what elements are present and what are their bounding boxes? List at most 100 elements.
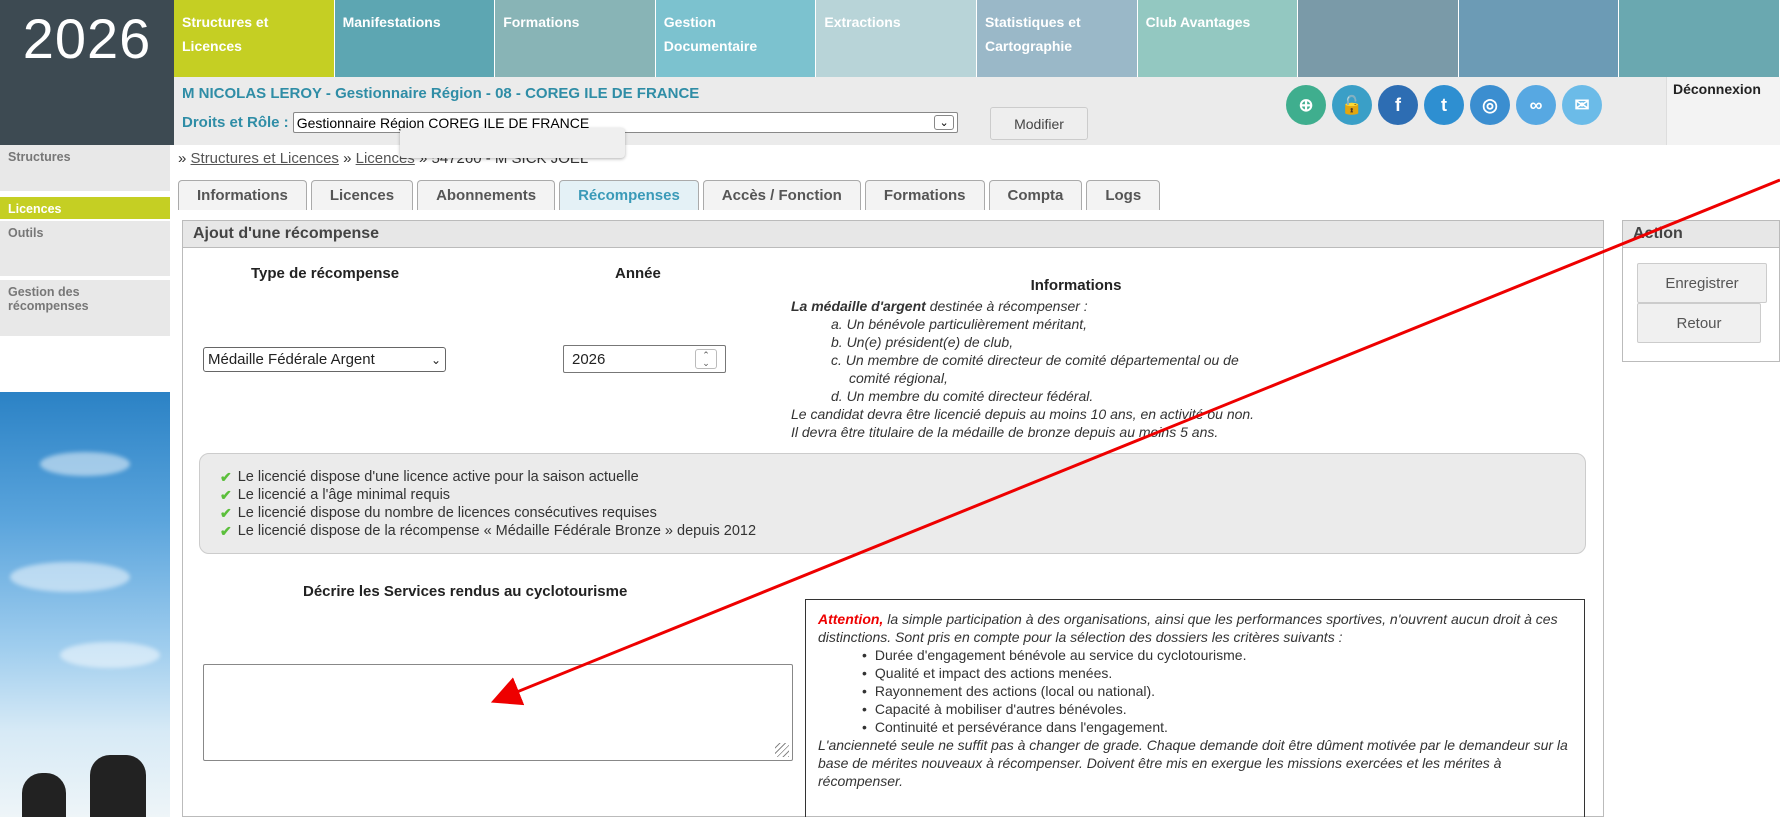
instagram-icon[interactable]: ◎ (1470, 85, 1510, 125)
attention-box: Attention, la simple participation à des… (805, 599, 1585, 817)
user-line: M NICOLAS LEROY - Gestionnaire Région - … (182, 85, 699, 102)
eligibility-checks: ✔ Le licencié dispose d'une licence activ… (199, 453, 1586, 554)
check-icon: ✔ (220, 523, 232, 539)
app-logo[interactable]: 2026 (0, 0, 174, 77)
tab-3[interactable]: Récompenses (559, 180, 699, 210)
lock-icon[interactable]: 🔓 (1332, 85, 1372, 125)
info-item: d. Un membre du comité directeur fédéral… (831, 388, 1094, 404)
check-row: ✔ Le licencié dispose de la récompense « … (220, 522, 1565, 540)
action-title: Action (1623, 221, 1779, 248)
tab-4[interactable]: Accès / Fonction (702, 180, 861, 210)
attention-item: Continuité et persévérance dans l'engage… (862, 718, 1572, 736)
logout-button[interactable]: Déconnexion (1666, 77, 1780, 145)
info-item: b. Un(e) président(e) de club, (831, 334, 1014, 350)
topnav-item[interactable] (1298, 0, 1459, 77)
cloud (40, 452, 130, 476)
check-icon: ✔ (220, 505, 232, 521)
check-text: Le licencié dispose d'une licence active… (237, 469, 639, 485)
back-button[interactable]: Retour (1637, 303, 1761, 343)
info-block: Informations La médaille d'argent destin… (791, 277, 1361, 441)
topnav-item[interactable]: Extractions (816, 0, 977, 77)
info-item: c. Un membre de comité directeur de comi… (831, 352, 1239, 368)
info-lead-rest: destinée à récompenser : (925, 298, 1088, 314)
attention-item: Capacité à mobiliser d'autres bénévoles. (862, 700, 1572, 718)
reward-type-select[interactable]: Médaille Fédérale Argent ⌄ (203, 347, 446, 372)
check-row: ✔ Le licencié a l'âge minimal requis (220, 486, 1565, 504)
sidebar-item-outils[interactable]: Outils (0, 221, 170, 276)
attention-item: Rayonnement des actions (local ou nation… (862, 682, 1572, 700)
sidebar: Structures Licences Outils Gestion des r… (0, 145, 170, 817)
search-plus-icon[interactable]: ⊕ (1286, 85, 1326, 125)
topnav-item[interactable]: Formations (495, 0, 656, 77)
rights-label: Droits et Rôle : (182, 114, 289, 131)
breadcrumb-sep: » (343, 150, 352, 167)
topnav-item[interactable] (1458, 0, 1620, 77)
user-role: - Gestionnaire Région - 08 - COREG ILE D… (321, 85, 700, 102)
description-textarea[interactable] (203, 664, 793, 761)
reward-type-value: Médaille Fédérale Argent (208, 351, 375, 368)
attention-item: Qualité et impact des actions menées. (862, 664, 1572, 682)
header-dark-block (0, 77, 174, 145)
topnav-item[interactable]: Structures et Licences (174, 0, 335, 77)
check-text: Le licencié dispose de la récompense « M… (237, 523, 757, 539)
social-icons: ⊕ 🔓 f t ◎ ∞ ✉ (1286, 85, 1602, 125)
attention-intro: Attention, la simple participation à des… (818, 610, 1572, 646)
topnav-item[interactable]: Gestion Documentaire (655, 0, 817, 77)
save-button[interactable]: Enregistrer (1637, 263, 1767, 303)
info-lead: La médaille d'argent destinée à récompen… (791, 297, 1361, 315)
description-label: Décrire les Services rendus au cyclotour… (303, 583, 628, 600)
chevron-down-icon: ⌄ (934, 115, 954, 130)
tab-6[interactable]: Compta (988, 180, 1083, 210)
breadcrumb-sep: » (178, 150, 187, 167)
sidebar-item-licences[interactable]: Licences (0, 197, 170, 219)
topnav-item[interactable]: Manifestations (334, 0, 496, 77)
resize-handle-icon[interactable] (775, 743, 789, 757)
action-panel: Action Enregistrer Retour (1622, 220, 1780, 362)
check-text: Le licencié a l'âge minimal requis (237, 487, 451, 503)
tabs: Informations Licences Abonnements Récompens… (178, 180, 1164, 210)
tab-5[interactable]: Formations (864, 180, 985, 210)
bike-icon[interactable]: ∞ (1516, 85, 1556, 125)
check-icon: ✔ (220, 469, 232, 485)
cloud (10, 562, 130, 592)
check-row: ✔ Le licencié dispose du nombre de licenc… (220, 504, 1565, 522)
mail-icon[interactable]: ✉ (1562, 85, 1602, 125)
topnav-item[interactable]: Statistiques et Cartographie (976, 0, 1138, 77)
top-navigation: Structures et Licences Manifestations Form… (174, 0, 1780, 77)
check-text: Le licencié dispose du nombre de licence… (237, 505, 657, 521)
tab-0[interactable]: Informations (178, 180, 307, 210)
topnav-item[interactable]: Club Avantages (1137, 0, 1299, 77)
info-title: Informations (1030, 277, 1122, 294)
attention-red: Attention, (818, 611, 884, 627)
tab-1[interactable]: Licences (310, 180, 414, 210)
spinner-icon[interactable]: ⌃ ⌄ (695, 349, 717, 369)
user-bar: M NICOLAS LEROY - Gestionnaire Région - … (174, 77, 1666, 145)
twitter-icon[interactable]: t (1424, 85, 1464, 125)
panel-title: Ajout d'une récompense (183, 221, 1603, 248)
attention-list: Durée d'engagement bénévole au service d… (818, 646, 1572, 736)
modify-button[interactable]: Modifier (990, 107, 1088, 140)
cloud (60, 642, 160, 668)
sidebar-item-gestion[interactable]: Gestion des récompenses (0, 280, 170, 336)
info-line: Le candidat devra être licencié depuis a… (791, 406, 1255, 422)
info-item: a. Un bénévole particulièrement méritant… (831, 316, 1088, 332)
cyclist-figure (22, 773, 66, 817)
breadcrumb-link-structures[interactable]: Structures et Licences (191, 150, 339, 167)
attention-intro-text: la simple participation à des organisati… (818, 611, 1558, 645)
attention-outro: L'ancienneté seule ne suffit pas à chang… (818, 737, 1568, 789)
year-input[interactable]: 2026 ⌃ ⌄ (563, 345, 726, 373)
info-lead-bold: La médaille d'argent (791, 298, 926, 314)
info-item: comité régional, (849, 370, 948, 386)
tab-7[interactable]: Logs (1086, 180, 1161, 210)
year-value: 2026 (572, 350, 606, 368)
rights-select[interactable]: Gestionnaire Région COREG ILE DE FRANCE … (292, 112, 958, 133)
cyclist-figure (90, 755, 146, 817)
check-row: ✔ Le licencié dispose d'une licence activ… (220, 468, 1565, 486)
info-line: Il devra être titulaire de la médaille d… (791, 424, 1219, 440)
reward-panel: Ajout d'une récompense Type de récompens… (182, 220, 1604, 817)
sidebar-photo (0, 392, 170, 817)
tab-2[interactable]: Abonnements (417, 180, 556, 210)
sidebar-item-structures[interactable]: Structures (0, 145, 170, 191)
facebook-icon[interactable]: f (1378, 85, 1418, 125)
topnav-item[interactable] (1619, 0, 1780, 77)
